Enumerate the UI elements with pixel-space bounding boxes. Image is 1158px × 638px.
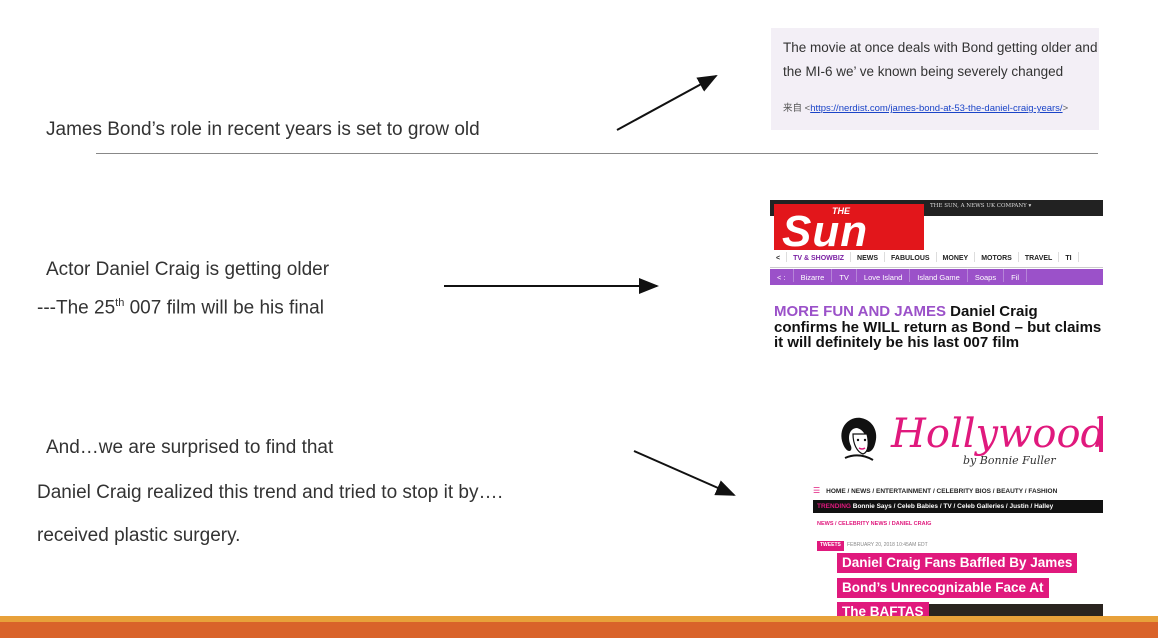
- sun-nav-back[interactable]: <: [770, 252, 788, 262]
- the-sun-clipping: THE SUN, A NEWS UK COMPANY ▾ THE Sun < TV…: [770, 200, 1103, 372]
- hollywood-trending-bar: TRENDING Bonnie Says / Celeb Babies / TV…: [813, 500, 1103, 513]
- trending-links[interactable]: Bonnie Says / Celeb Babies / TV / Celeb …: [853, 503, 1054, 510]
- hollywood-headline-line2[interactable]: Bond’s Unrecognizable Face At: [837, 578, 1049, 598]
- sun-subnav-soaps[interactable]: Soaps: [968, 269, 1005, 282]
- sun-subnav-love-island[interactable]: Love Island: [857, 269, 911, 282]
- menu-icon[interactable]: ☰: [813, 486, 820, 495]
- sun-top-bar-text: THE SUN, A NEWS UK COMPANY ▾: [930, 203, 1032, 209]
- sun-nav-money[interactable]: MONEY: [937, 252, 976, 262]
- quote-text: The movie at once deals with Bond gettin…: [783, 40, 1098, 79]
- quote-source: 来自 <https://nerdist.com/james-bond-at-53…: [783, 100, 1068, 114]
- sun-nav-motors[interactable]: MOTORS: [975, 252, 1019, 262]
- article-date: FEBRUARY 20, 2018 10:45AM EDT: [847, 542, 928, 548]
- sun-subnav-bizarre[interactable]: Bizarre: [794, 269, 833, 282]
- sun-subnav-island-game[interactable]: Island Game: [910, 269, 968, 282]
- arrow-to-quote: [616, 75, 718, 131]
- breadcrumb[interactable]: NEWS / CELEBRITY NEWS / DANIEL CRAIG: [817, 521, 931, 527]
- hollywood-nav: ☰ HOME / NEWS / ENTERTAINMENT / CELEBRITY…: [813, 486, 1103, 498]
- tweets-badge[interactable]: TWEETS: [817, 541, 844, 551]
- sun-subnav-tv[interactable]: TV: [832, 269, 857, 282]
- hollywood-logo-text[interactable]: Hollywood Life: [891, 412, 1103, 456]
- hollywood-nav-links[interactable]: HOME / NEWS / ENTERTAINMENT / CELEBRITY …: [826, 488, 1057, 495]
- sun-nav-more[interactable]: TI: [1059, 252, 1079, 262]
- sun-logo[interactable]: THE Sun: [774, 204, 924, 254]
- hollywood-byline: by Bonnie Fuller: [963, 454, 1056, 467]
- hollywood-life-clipping: Hollywood Life by Bonnie Fuller ☰ HOME / …: [813, 408, 1103, 622]
- source-suffix: >: [1062, 103, 1069, 114]
- sun-subnav-film[interactable]: Fil: [1004, 269, 1028, 282]
- sun-nav: < TV & SHOWBIZ NEWS FABULOUS MONEY MOTORS TRAV…: [770, 252, 1103, 268]
- sun-nav-news[interactable]: NEWS: [851, 252, 886, 262]
- accent-bar-thick: [0, 622, 1158, 638]
- source-link[interactable]: https://nerdist.com/james-bond-at-53-the…: [810, 103, 1062, 114]
- sun-subnav-back[interactable]: < :: [770, 269, 794, 282]
- source-prefix: 来自 <: [783, 103, 811, 114]
- hollywood-headline-line1[interactable]: Daniel Craig Fans Baffled By James: [837, 553, 1078, 573]
- sun-headline[interactable]: MORE FUN AND JAMES Daniel Craig confirms…: [774, 304, 1103, 351]
- sun-headline-kicker: MORE FUN AND JAMES: [774, 303, 946, 320]
- trending-label: TRENDING: [817, 503, 851, 510]
- nerdist-quote-box: The movie at once deals with Bond gettin…: [771, 28, 1099, 130]
- sun-nav-fabulous[interactable]: FABULOUS: [885, 252, 937, 262]
- sun-nav-travel[interactable]: TRAVEL: [1019, 252, 1060, 262]
- arrow-to-hollywood: [633, 450, 736, 496]
- hollywood-edge-decoration: [1099, 416, 1103, 452]
- hollywood-face-logo-icon: [841, 417, 877, 461]
- sun-nav-tv-showbiz[interactable]: TV & SHOWBIZ: [787, 252, 852, 262]
- sun-subnav: < : Bizarre TV Love Island Island Game Soaps F…: [770, 269, 1103, 285]
- sun-logo-big: Sun: [782, 207, 869, 256]
